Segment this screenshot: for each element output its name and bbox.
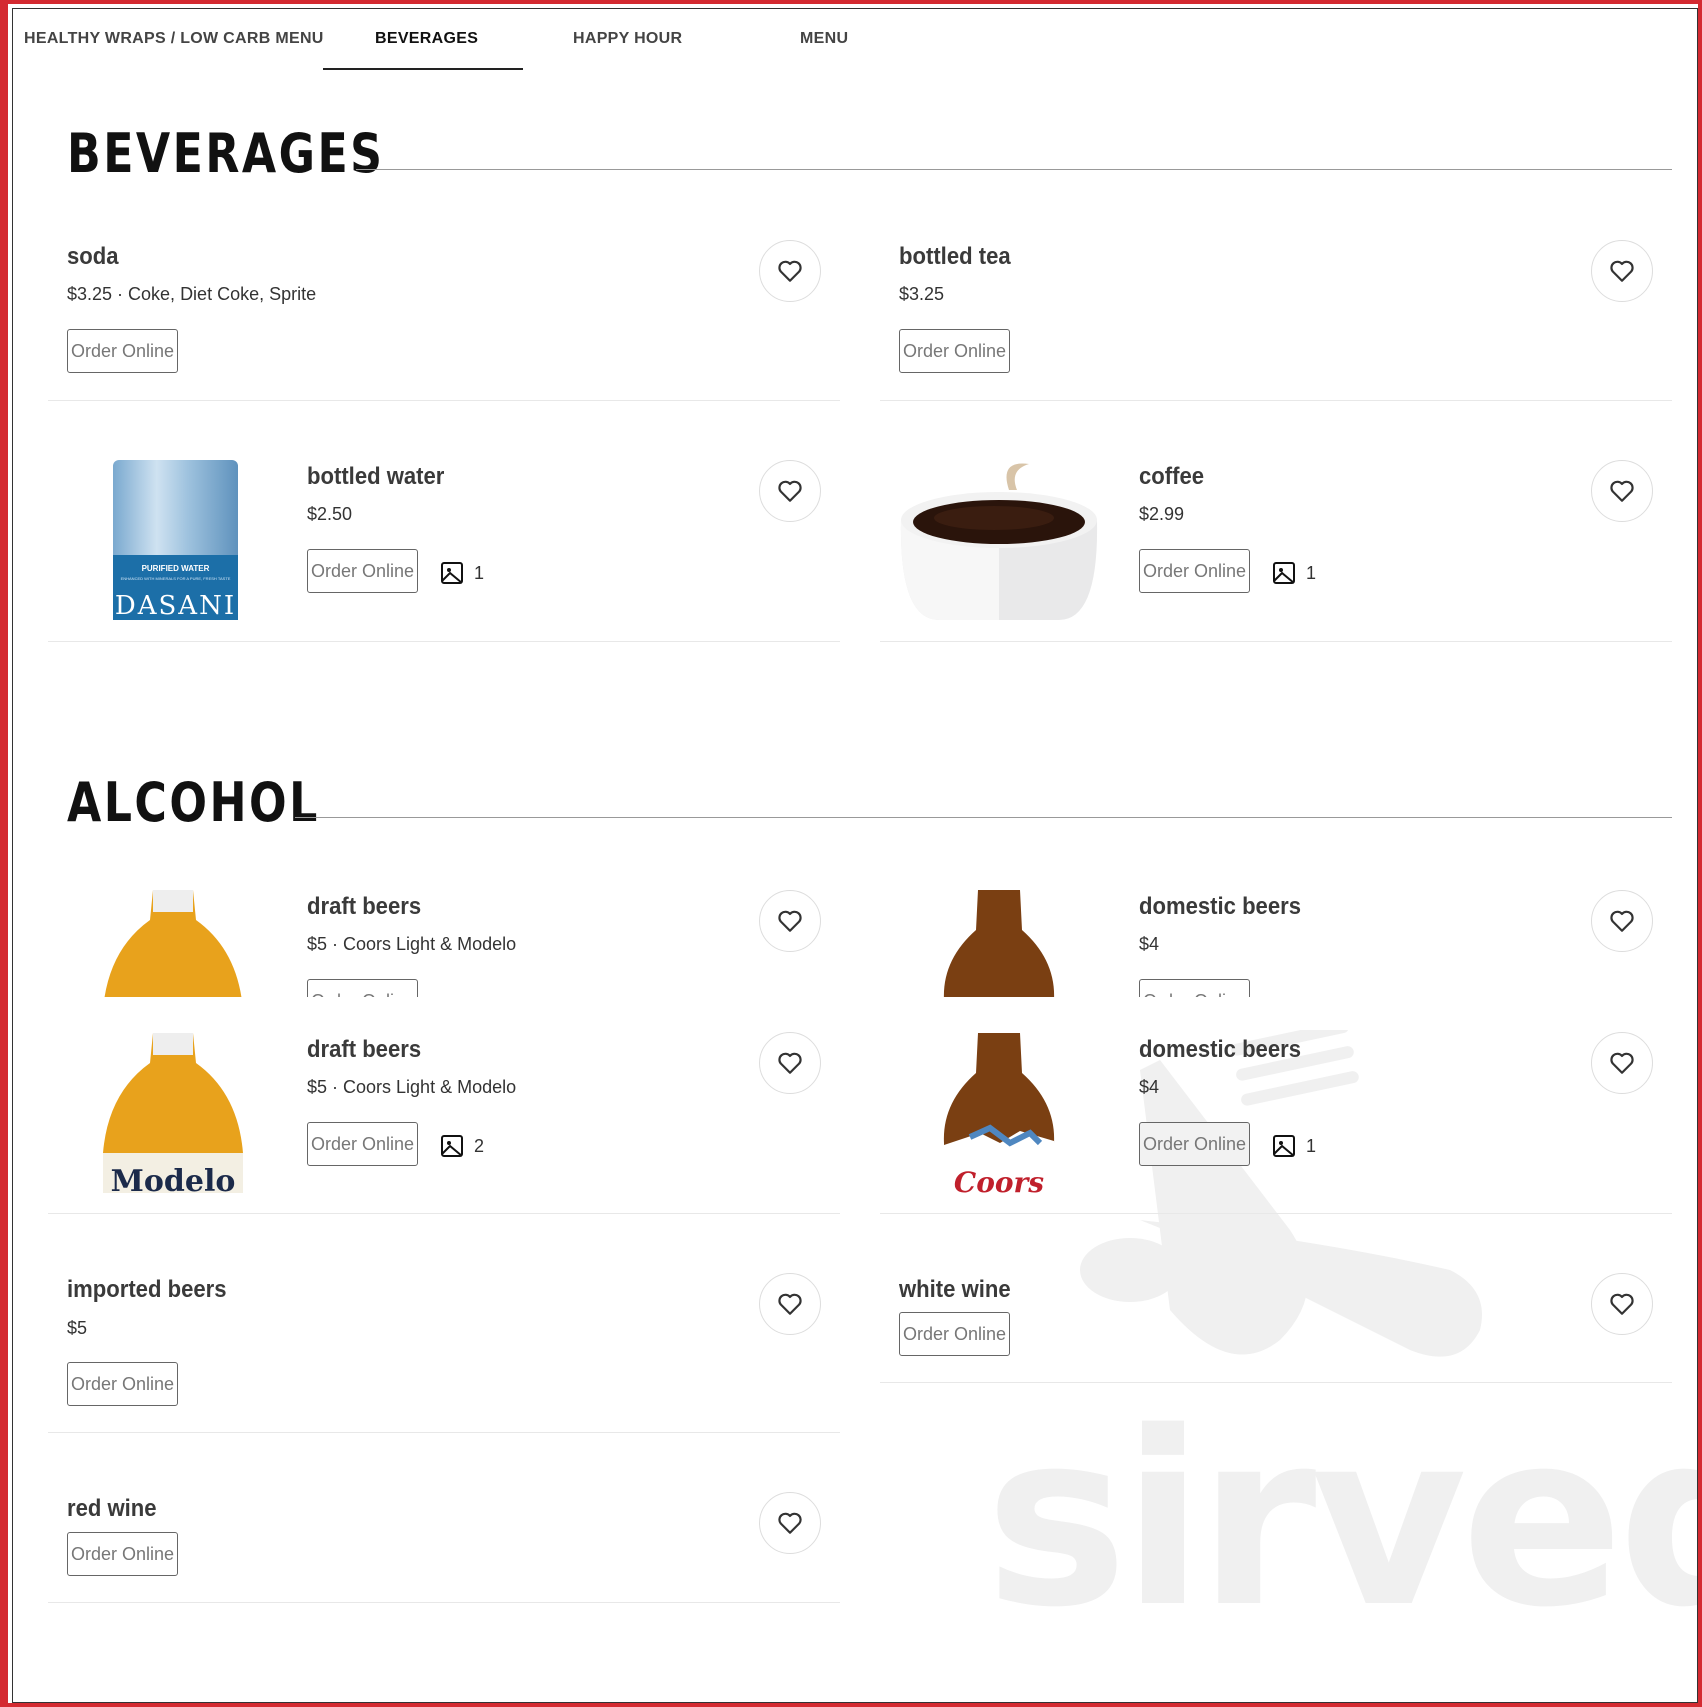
- section-title-beverages: BEVERAGES: [67, 122, 385, 185]
- photo-count-value: 1: [1306, 562, 1317, 583]
- item-name-draft-beers: draft beers: [307, 1036, 422, 1063]
- item-name-white-wine: white wine: [899, 1276, 1011, 1303]
- item-desc-imported-beers: $5: [67, 1318, 88, 1338]
- section-divider: [295, 817, 1672, 818]
- photo-count-value: 2: [474, 1135, 485, 1156]
- bottle-brand: Coors: [953, 1166, 1045, 1193]
- clipped-row: draft beers $5 · Coors Light & Modelo Or…: [0, 880, 1702, 997]
- heart-icon: [778, 260, 802, 282]
- window-frame: [0, 0, 1702, 1707]
- photo-count[interactable]: 1: [1272, 561, 1316, 585]
- item-desc-draft-beers: $5 · Coors Light & Modelo: [307, 1077, 517, 1097]
- item-divider: [880, 1213, 1672, 1214]
- favorite-button[interactable]: [1591, 890, 1653, 952]
- bottle-sublabel: ENHANCED WITH MINERALS FOR A PURE, FRESH…: [120, 576, 231, 581]
- item-desc-coffee: $2.99: [1139, 504, 1185, 524]
- item-name-domestic-beers: domestic beers: [1139, 893, 1301, 920]
- photo-count[interactable]: 1: [1272, 1134, 1316, 1158]
- heart-icon: [1610, 260, 1634, 282]
- heart-icon: [778, 1052, 802, 1074]
- order-online-button[interactable]: Order Online: [899, 1312, 1010, 1356]
- favorite-button[interactable]: [759, 1273, 821, 1335]
- item-desc-draft-beers: $5 · Coors Light & Modelo: [307, 934, 517, 954]
- bottle-label: PURIFIED WATER: [141, 564, 210, 573]
- order-online-button[interactable]: Order Online: [899, 329, 1010, 373]
- heart-icon: [778, 480, 802, 502]
- item-desc-domestic-beers: $4: [1139, 1077, 1160, 1097]
- sirved-logo-icon: [1080, 1030, 1482, 1357]
- favorite-button[interactable]: [1591, 1273, 1653, 1335]
- heart-icon: [1610, 1293, 1634, 1315]
- item-photo-draft-beers[interactable]: [98, 890, 248, 997]
- item-divider: [48, 1432, 840, 1433]
- item-photo-coffee[interactable]: [899, 460, 1099, 620]
- tab-menu[interactable]: MENU: [800, 30, 848, 48]
- item-photo-bottled-water[interactable]: PURIFIED WATER ENHANCED WITH MINERALS FO…: [113, 460, 238, 620]
- item-desc-bottled-tea: $3.25: [899, 284, 945, 304]
- order-online-button[interactable]: Order Online: [307, 1122, 418, 1166]
- item-divider: [880, 400, 1672, 401]
- order-online-button[interactable]: Order Online: [1139, 979, 1250, 997]
- heart-icon: [1610, 1052, 1634, 1074]
- favorite-button[interactable]: [759, 240, 821, 302]
- favorite-button[interactable]: [759, 1032, 821, 1094]
- item-divider: [48, 641, 840, 642]
- photo-count-value: 1: [1306, 1135, 1317, 1156]
- order-online-button[interactable]: Order Online: [67, 1532, 178, 1576]
- heart-icon: [778, 1512, 802, 1534]
- item-name-domestic-beers: domestic beers: [1139, 1036, 1301, 1063]
- item-photo-draft-beers[interactable]: Modelo: [98, 1033, 248, 1193]
- item-name-coffee: coffee: [1139, 463, 1205, 490]
- item-name-imported-beers: imported beers: [67, 1276, 227, 1303]
- item-name-bottled-water: bottled water: [307, 463, 445, 490]
- item-divider: [880, 641, 1672, 642]
- photo-count[interactable]: 1: [440, 561, 484, 585]
- favorite-button[interactable]: [1591, 460, 1653, 522]
- order-online-button[interactable]: Order Online: [67, 1362, 178, 1406]
- item-desc-bottled-water: $2.50: [307, 504, 353, 524]
- item-desc-domestic-beers: $4: [1139, 934, 1160, 954]
- image-icon: [1273, 1135, 1295, 1157]
- photo-count[interactable]: 2: [440, 1134, 484, 1158]
- order-online-button[interactable]: Order Online: [67, 329, 178, 373]
- active-tab-indicator: [323, 68, 523, 70]
- heart-icon: [1610, 480, 1634, 502]
- item-name-bottled-tea: bottled tea: [899, 243, 1011, 270]
- item-name-draft-beers: draft beers: [307, 893, 422, 920]
- favorite-button[interactable]: [759, 460, 821, 522]
- image-icon: [441, 1135, 463, 1157]
- favorite-button[interactable]: [759, 890, 821, 952]
- item-desc-soda: $3.25 · Coke, Diet Coke, Sprite: [67, 284, 317, 304]
- order-online-button[interactable]: Order Online: [307, 549, 418, 593]
- item-divider: [48, 1213, 840, 1214]
- image-icon: [441, 562, 463, 584]
- favorite-button[interactable]: [759, 1492, 821, 1554]
- heart-icon: [778, 1293, 802, 1315]
- order-online-button[interactable]: Order Online: [1139, 549, 1250, 593]
- heart-icon: [778, 910, 802, 932]
- image-icon: [1273, 562, 1295, 584]
- tab-beverages[interactable]: BEVERAGES: [375, 30, 478, 48]
- item-divider: [48, 1602, 840, 1603]
- item-divider: [880, 1382, 1672, 1383]
- section-divider: [356, 169, 1672, 170]
- bottle-brand: Modelo: [110, 1164, 236, 1193]
- item-photo-domestic-beers[interactable]: Coors: [940, 1033, 1058, 1193]
- item-divider: [48, 400, 840, 401]
- bottle-brand: DASANI: [114, 591, 237, 620]
- item-photo-domestic-beers[interactable]: [940, 890, 1058, 997]
- heart-icon: [1610, 910, 1634, 932]
- item-name-red-wine: red wine: [67, 1495, 157, 1522]
- watermark-text: sirved: [985, 1380, 1702, 1660]
- item-name-soda: soda: [67, 243, 119, 270]
- order-online-button[interactable]: Order Online: [307, 979, 418, 997]
- tab-healthy-wraps[interactable]: HEALTHY WRAPS / LOW CARB MENU: [24, 30, 324, 48]
- section-title-alcohol: ALCOHOL: [67, 771, 320, 834]
- photo-count-value: 1: [474, 562, 485, 583]
- order-online-button[interactable]: Order Online: [1139, 1122, 1250, 1166]
- favorite-button[interactable]: [1591, 240, 1653, 302]
- favorite-button[interactable]: [1591, 1032, 1653, 1094]
- tab-happy-hour[interactable]: HAPPY HOUR: [573, 30, 682, 48]
